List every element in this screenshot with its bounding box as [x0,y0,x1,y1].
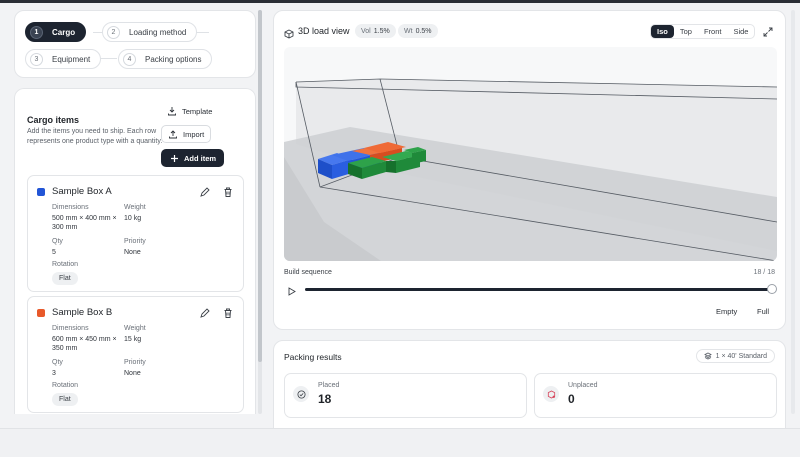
expand-icon[interactable] [762,25,774,37]
upload-icon [168,129,178,139]
item-color-swatch [37,309,45,317]
step-label: Loading method [129,27,187,37]
rotation-label: Rotation [52,261,79,268]
packing-results-card: Packing results 1 × 40' Standard Placed … [273,340,786,430]
bottom-bar [0,428,800,457]
layers-icon [703,352,712,360]
trash-icon[interactable] [222,185,234,197]
view-side-button[interactable]: Side [727,25,754,38]
edit-icon[interactable] [199,306,211,318]
weight-value: 10 kg [124,215,142,222]
view-front-button[interactable]: Front [698,25,728,38]
dimensions-label: Dimensions [52,325,89,332]
weight-value: 15 kg [124,336,142,343]
item-color-swatch [37,188,45,196]
play-icon[interactable] [286,284,297,296]
plus-icon [169,153,179,163]
step-number: 2 [107,25,120,39]
view-mode-toggle: Iso Top Front Side [650,24,756,39]
item-name: Sample Box A [52,186,112,197]
view-top-button[interactable]: Top [674,25,698,38]
view-iso-button[interactable]: Iso [651,25,674,38]
add-item-label: Add item [184,153,217,163]
container-badge[interactable]: 1 × 40' Standard [695,349,775,363]
volume-badge: Vol 1.5% [355,24,396,38]
wizard-steps: 1 Cargo 2 Loading method 3 Equipment 4 P… [14,10,256,78]
edit-icon[interactable] [199,185,211,197]
cargo-panel-scroll[interactable]: Cargo items Add the items you need to sh… [14,88,256,414]
volume-label: Vol [361,27,371,35]
priority-value: None [124,370,141,377]
import-label: Import [183,129,205,139]
add-item-button[interactable]: Add item [161,149,225,167]
weight-badge: Wt 0.5% [398,24,438,38]
dimensions-value: 600 mm × 450 mm × 350 mm [52,336,117,352]
step-label: Cargo [52,27,76,37]
rotation-label: Rotation [52,382,79,389]
step-number: 1 [30,25,43,39]
results-title: Packing results [284,352,342,362]
empty-button[interactable]: Empty [716,307,737,316]
container-scene [284,78,777,261]
template-label: Template [182,106,213,116]
sequence-label: Build sequence [284,269,332,276]
left-scrollbar-thumb[interactable] [258,10,262,362]
placed-value: 18 [318,392,332,406]
sequence-slider-track[interactable] [305,288,772,291]
step-label: Equipment [52,54,91,64]
cargo-item: Sample Box A Dimensions 500 mm × 400 mm … [27,175,244,292]
qty-value: 5 [52,249,56,256]
full-button[interactable]: Full [757,307,769,316]
3d-canvas[interactable] [284,47,777,261]
qty-value: 3 [52,370,56,377]
view-title: 3D load view [298,26,350,36]
weight-label: Weight [124,325,146,332]
item-name: Sample Box B [52,307,113,318]
cube-icon [284,26,294,39]
container-label: 1 × 40' Standard [715,352,767,360]
qty-label: Qty [52,359,63,366]
cargo-item: Sample Box B Dimensions 600 mm × 450 mm … [27,296,244,413]
step-loading-method[interactable]: 2 Loading method [102,22,198,42]
placed-metric: Placed 18 [284,373,527,418]
window-top-edge [0,0,800,3]
priority-label: Priority [124,238,146,245]
qty-label: Qty [52,238,63,245]
sequence-count: 18 / 18 [753,269,775,276]
step-equipment[interactable]: 3 Equipment [25,49,102,69]
box [386,161,396,173]
weight-value: 0.5% [415,27,432,35]
unplaced-metric: Unplaced 0 [534,373,777,418]
dimensions-label: Dimensions [52,204,89,211]
weight-label: Wt [404,27,413,35]
load-view-card: 3D load view Vol 1.5% Wt 0.5% Iso Top Fr… [273,10,786,330]
unplaced-label: Unplaced [568,382,598,389]
priority-label: Priority [124,359,146,366]
step-packing-options[interactable]: 4 Packing options [118,49,213,69]
placed-label: Placed [318,382,340,389]
rotation-badge: Flat [52,272,78,285]
step-number: 3 [30,52,43,66]
trash-icon[interactable] [222,306,234,318]
cargo-card: Cargo items Add the items you need to sh… [14,88,256,414]
sequence-slider-handle[interactable] [767,284,777,294]
step-label: Packing options [145,54,202,64]
box-alert-icon [543,386,559,402]
dimensions-value: 500 mm × 400 mm × 300 mm [52,215,117,231]
cargo-title: Cargo items [27,115,80,125]
rotation-badge: Flat [52,393,78,406]
priority-value: None [124,249,141,256]
unplaced-value: 0 [568,392,575,406]
import-button[interactable]: Import [161,125,212,143]
template-button[interactable]: Template [161,102,218,120]
download-icon [167,106,177,116]
step-number: 4 [123,52,136,66]
step-cargo[interactable]: 1 Cargo [25,22,87,42]
volume-value: 1.5% [373,27,390,35]
right-scrollbar-track[interactable] [791,10,795,414]
weight-label: Weight [124,204,146,211]
check-circle-icon [293,386,309,402]
cargo-description: Add the items you need to ship. Each row… [27,128,163,145]
